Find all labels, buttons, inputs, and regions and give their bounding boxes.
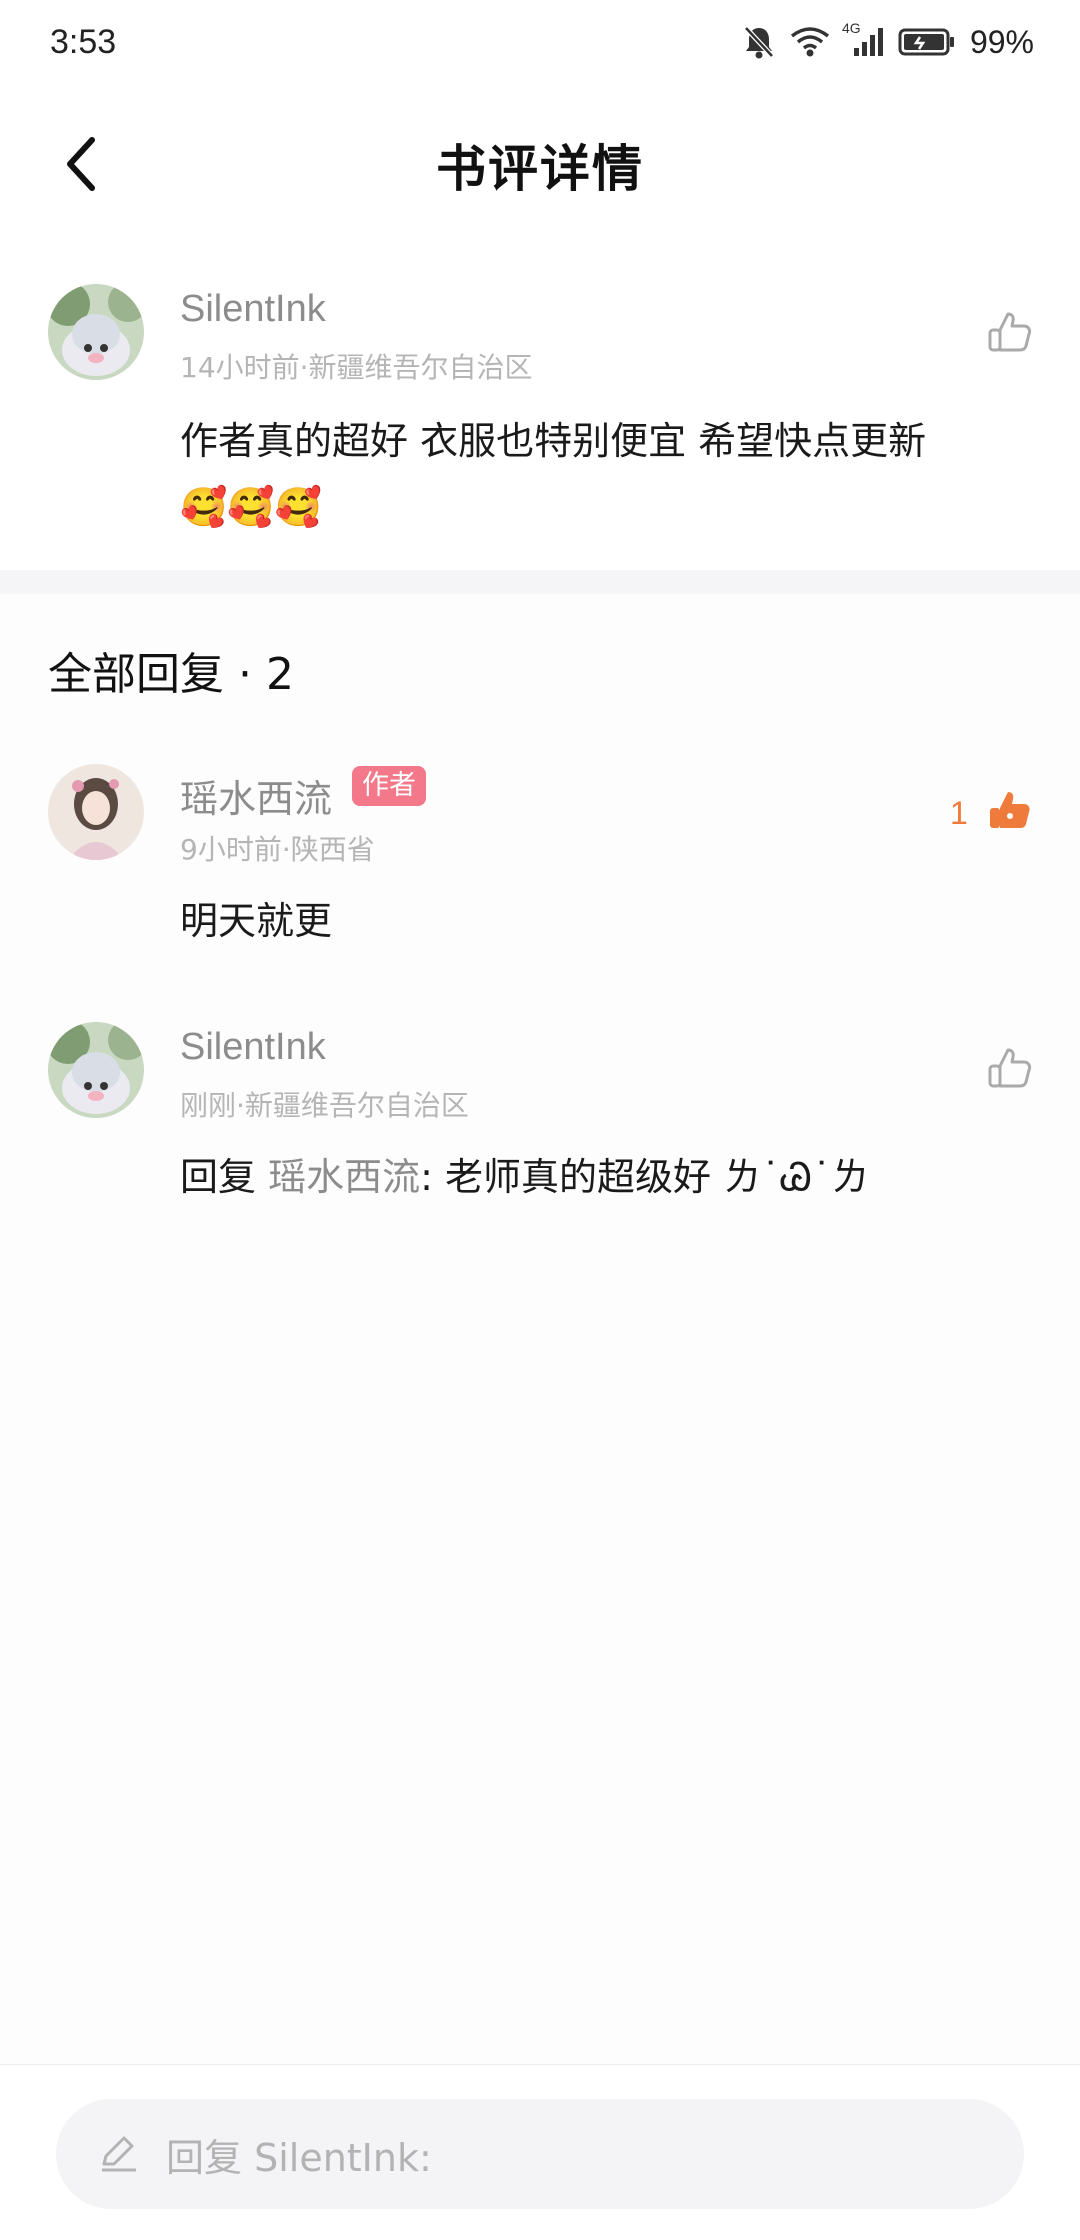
author-badge: 作者 (352, 766, 426, 806)
chevron-left-icon (62, 136, 102, 196)
back-button[interactable] (50, 134, 114, 198)
like-button[interactable] (982, 306, 1038, 362)
main-review: SilentInk 14小时前·新疆维吾尔自治区 作者真的超好 衣服也特别便宜 … (0, 270, 1080, 570)
reply-input-placeholder: 回复 SilentInk: (166, 2135, 432, 2180)
battery-level: 99% (969, 23, 1034, 60)
review-content: 作者真的超好 衣服也特别便宜 希望快点更新 🥰🥰🥰 (180, 408, 1040, 540)
page-title: 书评详情 (436, 140, 644, 198)
pencil-icon (96, 2130, 140, 2178)
replies-area (0, 594, 1080, 2064)
reply-content: 回复 瑶水西流: 老师真的超级好 ㄌ˙Ꮚ˙ㄌ (180, 1144, 869, 1210)
like-button[interactable] (982, 1042, 1038, 1098)
review-content-line2: 🥰🥰🥰 (180, 485, 322, 529)
like-count: 1 (950, 795, 968, 831)
avatar[interactable] (48, 1022, 144, 1118)
review-meta: 14小时前·新疆维吾尔自治区 (180, 351, 533, 384)
reply-username[interactable]: 瑶水西流 (180, 768, 332, 823)
review-content-line1: 作者真的超好 衣服也特别便宜 希望快点更新 (180, 419, 927, 463)
thumbs-up-outline-icon (986, 308, 1034, 360)
reply-mention[interactable]: 瑶水西流 (268, 1155, 420, 1199)
like-button[interactable] (982, 784, 1038, 840)
reply-prefix: 回复 (180, 1155, 269, 1199)
reply-username[interactable]: SilentInk (180, 1026, 326, 1069)
network-type: 4G (841, 20, 861, 36)
status-time: 3:53 (50, 22, 117, 61)
avatar[interactable] (48, 284, 144, 380)
reply-content: 明天就更 (180, 899, 333, 943)
thumbs-up-filled-icon (986, 786, 1034, 838)
status-bar: 3:53 4G 99% (0, 0, 1080, 84)
reply-meta: 刚刚·新疆维吾尔自治区 (180, 1089, 469, 1122)
bell-muted-icon (742, 24, 776, 60)
battery-icon (898, 27, 956, 57)
replies-section-title: 全部回复 · 2 (48, 649, 294, 700)
header: 书评详情 (0, 100, 1080, 230)
avatar[interactable] (48, 764, 144, 860)
status-icons: 4G 99% (742, 20, 1034, 61)
thumbs-up-outline-icon (986, 1044, 1034, 1096)
signal-icon: 4G (842, 20, 884, 58)
bottom-bar: 回复 SilentInk: (0, 2064, 1080, 2240)
review-username[interactable]: SilentInk (180, 288, 326, 331)
reply-text: : 老师真的超级好 ㄌ˙Ꮚ˙ㄌ (420, 1155, 870, 1199)
reply-meta: 9小时前·陕西省 (180, 833, 375, 866)
section-divider (0, 570, 1080, 594)
reply-input[interactable]: 回复 SilentInk: (56, 2099, 1024, 2209)
wifi-icon (790, 26, 830, 58)
